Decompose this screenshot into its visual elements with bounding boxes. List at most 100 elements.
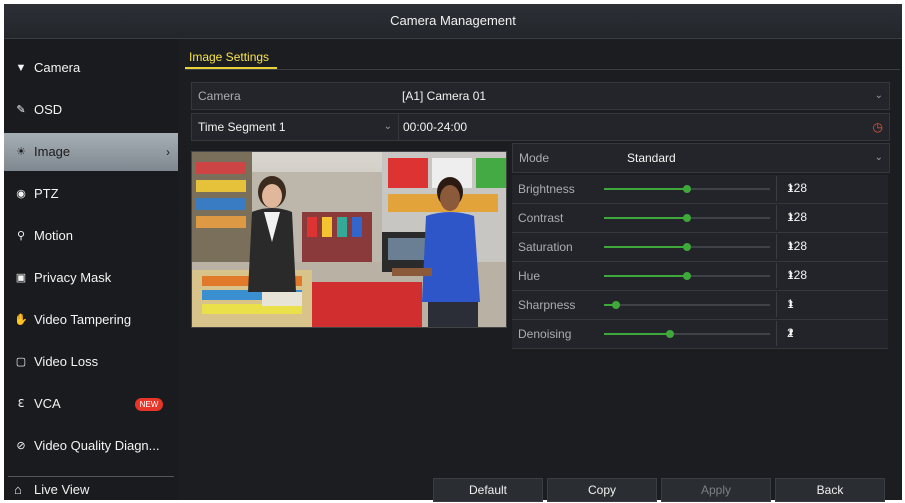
param-row-saturation: Saturation 128 ⬍	[512, 233, 888, 262]
copy-button[interactable]: Copy	[547, 478, 657, 502]
slider-fill	[604, 188, 687, 190]
camera-value: [A1] Camera 01	[402, 89, 487, 103]
slider-handle[interactable]	[683, 185, 691, 193]
slider-track[interactable]	[604, 272, 770, 280]
sidebar-item-label: PTZ	[34, 186, 59, 201]
spinner-arrows-icon[interactable]: ⬍	[787, 234, 881, 259]
sidebar-item-label: Privacy Mask	[34, 270, 112, 285]
time-segment-select[interactable]: Time Segment 1 ⌄	[191, 113, 399, 141]
sidebar: ▼ Camera ✎ OSD ☀ Image › ◉ PTZ ⚲ Motion …	[4, 39, 178, 500]
tab-image-settings[interactable]: Image Settings	[185, 47, 273, 67]
motion-icon: ⚲	[16, 230, 26, 242]
param-value-spinner[interactable]: 128 ⬍	[776, 176, 887, 201]
param-row-contrast: Contrast 128 ⬍	[512, 204, 888, 233]
chevron-right-icon: ›	[166, 145, 170, 159]
slider-handle[interactable]	[683, 243, 691, 251]
param-label: Saturation	[518, 240, 573, 254]
slider-handle[interactable]	[611, 301, 620, 309]
camera-select[interactable]: Camera [A1] Camera 01 ⌄	[191, 82, 890, 110]
slider-fill	[604, 275, 687, 277]
sidebar-item-motion[interactable]: ⚲ Motion	[4, 217, 178, 255]
slider-fill	[604, 333, 671, 335]
vca-icon: ℇ	[17, 398, 25, 410]
sidebar-divider	[8, 476, 174, 477]
param-row-hue: Hue 128 ⬍	[512, 262, 888, 291]
sidebar-item-video-quality-diagnostics[interactable]: ⊘ Video Quality Diagn...	[4, 427, 178, 465]
video-quality-icon: ⊘	[16, 440, 26, 452]
param-label: Brightness	[518, 182, 575, 196]
sidebar-item-label: VCA	[34, 396, 61, 411]
sidebar-item-video-loss[interactable]: ▢ Video Loss	[4, 343, 178, 381]
param-label: Sharpness	[518, 298, 576, 312]
chevron-down-icon: ⌄	[383, 121, 392, 132]
sidebar-item-video-tampering[interactable]: ✋ Video Tampering	[4, 301, 178, 339]
video-tampering-icon: ✋	[14, 314, 28, 326]
sidebar-item-osd[interactable]: ✎ OSD	[4, 91, 178, 129]
time-range-field[interactable]: 00:00-24:00 ◷	[398, 113, 890, 141]
slider-track[interactable]	[604, 185, 770, 193]
sidebar-item-ptz[interactable]: ◉ PTZ	[4, 175, 178, 213]
time-segment-value: Time Segment 1	[198, 120, 286, 134]
param-row-brightness: Brightness 128 ⬍	[512, 175, 888, 204]
sidebar-item-image[interactable]: ☀ Image ›	[4, 133, 178, 171]
image-icon: ☀	[16, 146, 26, 158]
sidebar-item-label: Video Tampering	[34, 312, 132, 327]
sidebar-item-privacy-mask[interactable]: ▣ Privacy Mask	[4, 259, 178, 297]
window-title: Camera Management	[4, 4, 902, 39]
default-button[interactable]: Default	[433, 478, 543, 502]
sidebar-item-label: OSD	[34, 102, 63, 117]
home-icon: ⌂	[14, 482, 22, 497]
param-value-spinner[interactable]: 2 ⬍	[776, 321, 887, 346]
apply-button[interactable]: Apply	[661, 478, 771, 502]
param-label: Contrast	[518, 211, 564, 225]
mode-label: Mode	[519, 151, 550, 165]
mode-value: Standard	[627, 151, 676, 165]
param-row-sharpness: Sharpness 1 ⬍	[512, 291, 888, 320]
sidebar-item-label: Camera	[34, 60, 81, 75]
chevron-down-icon: ⌄	[874, 152, 883, 163]
camera-management-window: Camera Management ▼ Camera ✎ OSD ☀ Image…	[4, 4, 902, 502]
param-label: Denoising	[518, 327, 572, 341]
param-value-spinner[interactable]: 128 ⬍	[776, 234, 887, 259]
slider-track[interactable]	[604, 214, 770, 222]
chevron-down-icon: ⌄	[874, 90, 883, 101]
param-row-denoising: Denoising 2 ⬍	[512, 320, 888, 349]
slider-fill	[604, 246, 687, 248]
spinner-arrows-icon[interactable]: ⬍	[787, 176, 881, 201]
spinner-arrows-icon[interactable]: ⬍	[787, 205, 881, 230]
live-view-button[interactable]: ⌂ Live View	[4, 479, 178, 500]
slider-fill	[604, 217, 687, 219]
clock-icon: ◷	[872, 120, 883, 134]
spinner-arrows-icon[interactable]: ⬍	[787, 263, 881, 288]
back-button[interactable]: Back	[775, 478, 885, 502]
slider-handle[interactable]	[683, 214, 691, 222]
spinner-arrows-icon[interactable]: ⬍	[787, 292, 881, 317]
sidebar-item-label: Motion	[34, 228, 74, 243]
main-panel: Image Settings Camera [A1] Camera 01 ⌄ T…	[180, 39, 902, 502]
camera-icon: ▼	[15, 62, 27, 74]
sidebar-item-label: Video Quality Diagn...	[34, 438, 160, 453]
video-loss-icon: ▢	[15, 356, 27, 368]
osd-icon: ✎	[16, 104, 26, 116]
sidebar-item-label: Video Loss	[34, 354, 99, 369]
spinner-arrows-icon[interactable]: ⬍	[787, 321, 881, 346]
slider-handle[interactable]	[683, 272, 691, 280]
slider-track[interactable]	[604, 243, 770, 251]
param-label: Hue	[518, 269, 541, 283]
time-range-value: 00:00-24:00	[403, 120, 468, 134]
param-value-spinner[interactable]: 1 ⬍	[776, 292, 887, 317]
sidebar-item-label: Image	[34, 144, 71, 159]
mode-select[interactable]: Mode Standard ⌄	[512, 143, 890, 173]
new-badge: NEW	[135, 398, 163, 411]
slider-track[interactable]	[604, 330, 770, 338]
slider-handle[interactable]	[666, 330, 675, 338]
param-value-spinner[interactable]: 128 ⬍	[776, 205, 887, 230]
camera-label: Camera	[198, 89, 241, 103]
sidebar-item-camera[interactable]: ▼ Camera	[4, 49, 178, 87]
sidebar-item-vca[interactable]: ℇ VCA NEW	[4, 385, 178, 423]
slider-track[interactable]	[604, 301, 770, 309]
camera-preview	[191, 151, 507, 328]
live-view-label: Live View	[34, 482, 90, 497]
ptz-icon: ◉	[16, 188, 26, 200]
param-value-spinner[interactable]: 128 ⬍	[776, 263, 887, 288]
